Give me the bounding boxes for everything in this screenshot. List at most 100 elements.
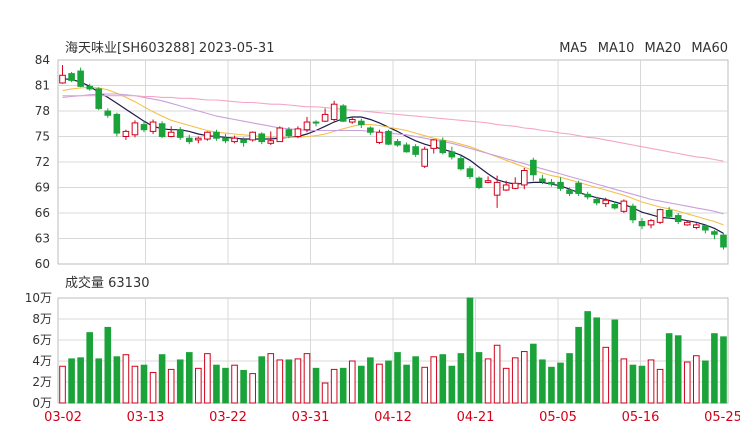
volume-bar: [68, 358, 75, 404]
volume-bar: [720, 336, 727, 404]
candle-body: [185, 137, 193, 143]
candlestick: [222, 133, 229, 144]
candle-body: [403, 144, 410, 153]
candle-body: [167, 131, 175, 137]
candle-body: [113, 113, 121, 134]
candle-body: [548, 181, 555, 185]
volume-bar: [231, 364, 238, 404]
candle-body: [647, 220, 655, 226]
candle-body: [430, 139, 438, 149]
price-tick-label: 78: [35, 104, 50, 118]
legend-ma10: MA10: [598, 41, 635, 56]
candlestick: [321, 108, 329, 123]
candle-body: [584, 193, 591, 198]
candle-body: [86, 85, 93, 90]
candlestick: [475, 176, 483, 190]
volume-bar: [249, 373, 256, 404]
volume-bar: [276, 359, 284, 404]
candle-body: [204, 131, 211, 140]
candle-body: [131, 122, 139, 136]
volume-bar: [403, 364, 410, 404]
volume-bar: [647, 359, 655, 404]
candle-body: [213, 131, 220, 139]
candlestick: [466, 166, 474, 179]
candlestick: [620, 199, 628, 213]
volume-bar: [430, 356, 438, 404]
volume-title: 成交量 63130: [65, 275, 150, 291]
volume-bar: [530, 343, 537, 404]
volume-bar: [394, 352, 401, 404]
candle-body: [629, 205, 637, 221]
candle-body: [376, 131, 383, 143]
price-tick-label: 66: [35, 206, 50, 220]
candlestick: [720, 233, 727, 250]
volume-bar: [466, 297, 474, 404]
volume-bar: [584, 311, 591, 404]
candlestick: [358, 118, 365, 128]
candle-body: [385, 130, 392, 145]
candle-body: [502, 184, 510, 191]
candle-body: [693, 224, 700, 228]
volume-bar: [367, 357, 374, 404]
candle-body: [466, 168, 474, 177]
candlestick: [421, 146, 428, 168]
stock-chart: 海天味业[SH603288] 2023-05-31 成交量 63130 84 81…: [25, 41, 740, 425]
candlestick: [656, 208, 664, 225]
candlestick: [276, 126, 284, 143]
candlestick: [167, 126, 175, 138]
price-tick-label: 63: [35, 232, 50, 246]
candle-body: [511, 182, 519, 189]
candle-body: [484, 180, 492, 183]
volume-bar: [195, 367, 202, 404]
candle-body: [158, 123, 166, 137]
volume-tick-label: 2万: [32, 375, 52, 389]
volume-bar: [711, 333, 718, 404]
volume-bar: [222, 367, 229, 404]
volume-bar: [638, 365, 646, 404]
volume-bar: [602, 346, 610, 404]
volume-tick-label: 0万: [32, 396, 52, 410]
candle-body: [285, 129, 293, 137]
candle-body: [267, 140, 275, 144]
candle-body: [674, 215, 682, 223]
volume-bar: [59, 365, 66, 404]
candle-body: [539, 178, 546, 183]
candle-body: [339, 105, 347, 122]
volume-bar: [656, 368, 664, 404]
candle-body: [638, 221, 646, 227]
candle-body: [683, 221, 691, 226]
candle-body: [602, 199, 610, 205]
candle-body: [702, 225, 709, 231]
volume-bar: [149, 372, 157, 404]
candlestick: [575, 180, 582, 196]
candlestick: [548, 179, 555, 187]
volume-bar: [385, 360, 392, 404]
candlestick: [59, 65, 66, 84]
candle-body: [303, 121, 311, 131]
candlestick: [204, 131, 211, 141]
candle-body: [348, 119, 356, 123]
candle-body: [394, 141, 401, 146]
candle-body: [358, 120, 365, 126]
date-tick-label: 04-12: [374, 410, 412, 425]
candle-body: [68, 73, 75, 81]
volume-bar: [77, 357, 84, 404]
volume-bar: [86, 332, 93, 404]
candle-body: [122, 130, 130, 137]
volume-bar: [448, 365, 456, 404]
candlestick: [131, 120, 139, 138]
candle-body: [593, 198, 601, 204]
candlestick: [511, 177, 519, 190]
candle-body: [240, 139, 247, 143]
candlestick: [367, 126, 374, 135]
volume-bar: [484, 358, 492, 404]
candlestick: [647, 218, 655, 229]
volume-bar: [412, 356, 419, 404]
candle-body: [665, 209, 673, 217]
candlestick: [693, 223, 700, 230]
candle-body: [249, 131, 256, 141]
volume-bar: [511, 357, 519, 404]
volume-bar: [593, 317, 601, 404]
volume-tick-label: 6万: [32, 333, 52, 347]
volume-bar: [566, 353, 573, 404]
